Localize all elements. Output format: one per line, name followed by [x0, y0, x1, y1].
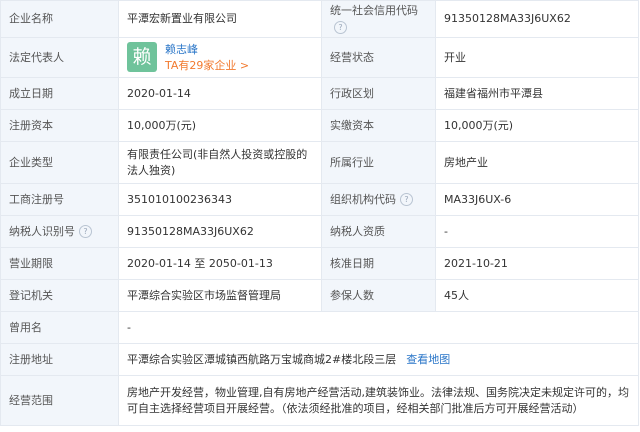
row-found-date: 成立日期 2020-01-14 行政区划 福建省福州市平潭县 [0, 77, 639, 110]
value-reg-number: 351010100236343 [118, 183, 322, 216]
value-paid-capital: 10,000万(元) [435, 109, 639, 142]
help-icon[interactable]: ? [400, 193, 413, 206]
help-icon[interactable]: ? [334, 20, 347, 34]
label-region: 行政区划 [321, 77, 436, 110]
label-former-name: 曾用名 [0, 311, 119, 344]
value-company-type: 有限责任公司(非自然人投资或控股的法人独资) [118, 141, 322, 184]
value-scope: 房地产开发经营，物业管理,自有房地产经营活动,建筑装饰业。法律法规、国务院决定未… [118, 375, 639, 426]
value-region: 福建省福州市平潭县 [435, 77, 639, 110]
row-taxpayer: 纳税人识别号? 91350128MA33J6UX62 纳税人资质 - [0, 215, 639, 248]
row-scope: 经营范围 房地产开发经营，物业管理,自有房地产经营活动,建筑装饰业。法律法规、国… [0, 375, 639, 426]
view-map-link[interactable]: 查看地图 [406, 353, 450, 366]
value-taxpayer-qual: - [435, 215, 639, 248]
row-authority: 登记机关 平潭综合实验区市场监督管理局 参保人数 45人 [0, 279, 639, 312]
label-status: 经营状态 [321, 37, 436, 78]
label-address: 注册地址 [0, 343, 119, 376]
label-authority: 登记机关 [0, 279, 119, 312]
value-org-code: MA33J6UX-6 [435, 183, 639, 216]
help-icon[interactable]: ? [79, 225, 92, 238]
row-company-type: 企业类型 有限责任公司(非自然人投资或控股的法人独资) 所属行业 房地产业 [0, 141, 639, 184]
value-status: 开业 [435, 37, 639, 78]
row-term: 营业期限 2020-01-14 至 2050-01-13 核准日期 2021-1… [0, 247, 639, 280]
label-company-name: 企业名称 [0, 0, 119, 38]
label-found-date: 成立日期 [0, 77, 119, 110]
value-approve-date: 2021-10-21 [435, 247, 639, 280]
label-industry: 所属行业 [321, 141, 436, 184]
row-company-name: 企业名称 平潭宏新置业有限公司 统一社会信用代码? 91350128MA33J6… [0, 0, 639, 38]
value-insured: 45人 [435, 279, 639, 312]
label-legal-rep: 法定代表人 [0, 37, 119, 78]
label-term: 营业期限 [0, 247, 119, 280]
row-reg-number: 工商注册号 351010100236343 组织机构代码? MA33J6UX-6 [0, 183, 639, 216]
value-former-name: - [118, 311, 639, 344]
company-info-table: 企业名称 平潭宏新置业有限公司 统一社会信用代码? 91350128MA33J6… [0, 0, 639, 426]
row-address: 注册地址 平潭综合实验区潭城镇西航路万宝城商城2#楼北段三层 查看地图 [0, 343, 639, 376]
value-term: 2020-01-14 至 2050-01-13 [118, 247, 322, 280]
label-scope: 经营范围 [0, 375, 119, 426]
row-capital: 注册资本 10,000万(元) 实缴资本 10,000万(元) [0, 109, 639, 142]
label-taxpayer-qual: 纳税人资质 [321, 215, 436, 248]
label-company-type: 企业类型 [0, 141, 119, 184]
label-approve-date: 核准日期 [321, 247, 436, 280]
label-reg-number: 工商注册号 [0, 183, 119, 216]
address-text: 平潭综合实验区潭城镇西航路万宝城商城2#楼北段三层 [127, 352, 397, 366]
label-reg-capital: 注册资本 [0, 109, 119, 142]
value-credit-code: 91350128MA33J6UX62 [435, 0, 639, 38]
row-legal-rep: 法定代表人 赖 赖志峰 TA有29家企业 > 经营状态 开业 [0, 37, 639, 78]
row-former-name: 曾用名 - [0, 311, 639, 344]
value-found-date: 2020-01-14 [118, 77, 322, 110]
value-taxpayer-id: 91350128MA33J6UX62 [118, 215, 322, 248]
label-credit-code: 统一社会信用代码? [321, 0, 436, 38]
value-legal-rep: 赖 赖志峰 TA有29家企业 > [118, 37, 322, 78]
value-address: 平潭综合实验区潭城镇西航路万宝城商城2#楼北段三层 查看地图 [118, 343, 639, 376]
value-industry: 房地产业 [435, 141, 639, 184]
label-insured: 参保人数 [321, 279, 436, 312]
value-authority: 平潭综合实验区市场监督管理局 [118, 279, 322, 312]
label-taxpayer-id-text: 纳税人识别号 [9, 224, 75, 238]
value-company-name: 平潭宏新置业有限公司 [118, 0, 322, 38]
label-org-code-text: 组织机构代码 [330, 192, 396, 206]
label-org-code: 组织机构代码? [321, 183, 436, 216]
label-taxpayer-id: 纳税人识别号? [0, 215, 119, 248]
label-credit-code-text: 统一社会信用代码 [330, 4, 418, 17]
avatar[interactable]: 赖 [127, 41, 157, 72]
value-reg-capital: 10,000万(元) [118, 109, 322, 142]
label-paid-capital: 实缴资本 [321, 109, 436, 142]
